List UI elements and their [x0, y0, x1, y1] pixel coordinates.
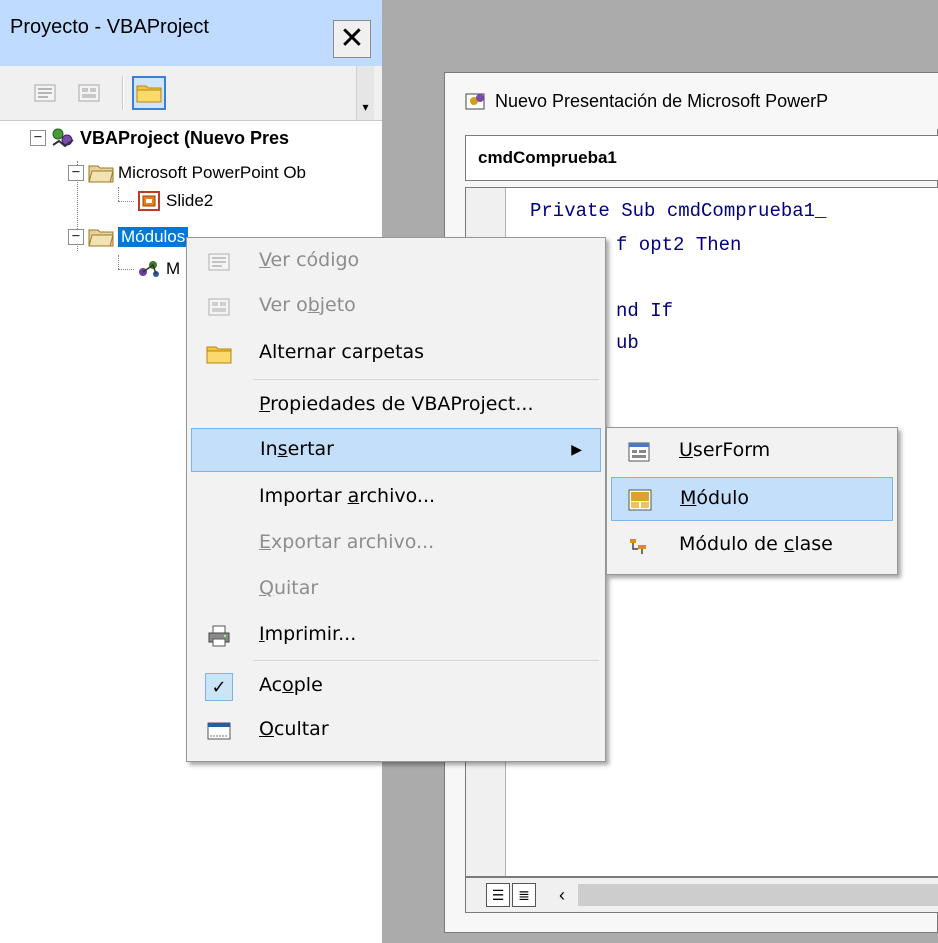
horizontal-scrollbar-thumb[interactable] — [578, 884, 938, 906]
collapse-icon[interactable]: − — [68, 165, 84, 181]
context-menu: Ver código Ver objeto Alternar carpetas … — [186, 237, 606, 762]
folder-open-icon — [88, 162, 114, 184]
code-line: nd If — [616, 300, 674, 322]
submenu-arrow-icon: ▶ — [571, 442, 582, 458]
toggle-folders-button[interactable] — [132, 76, 166, 110]
view-code-icon — [34, 84, 56, 102]
code-line: f opt2 Then — [616, 234, 742, 256]
view-object-button[interactable] — [72, 76, 106, 110]
userform-icon — [625, 438, 653, 466]
chevron-left-icon: ‹ — [559, 884, 565, 905]
tree-item-module[interactable]: M — [136, 255, 180, 283]
tree-item-label: Slide2 — [166, 191, 214, 210]
menu-item-ver-codigo[interactable]: Ver código — [191, 240, 601, 284]
code-window-title: Nuevo Presentación de Microsoft PowerP — [495, 90, 829, 111]
insertar-submenu: UserForm Módulo Módulo de clase — [606, 427, 898, 575]
view-code-button[interactable] — [28, 76, 62, 110]
tree-item-slide2[interactable]: Slide2 — [136, 187, 213, 215]
toolbar-separator — [122, 76, 124, 110]
chevron-down-icon: ▾ — [362, 100, 369, 114]
collapse-icon[interactable]: − — [68, 229, 84, 245]
tree-connector — [118, 187, 119, 201]
tree-item-powerpoint-objects[interactable]: − Microsoft PowerPoint Ob — [68, 159, 306, 187]
tree-item-label: M — [166, 259, 181, 278]
full-module-view-icon: ≣ — [518, 886, 530, 903]
tree-item-modulos[interactable]: − Módulos — [68, 223, 189, 251]
project-explorer-title: Proyecto - VBAProject — [10, 16, 209, 38]
toolbar-overflow-button[interactable]: ▾ — [356, 66, 374, 120]
vbaproject-icon — [50, 127, 76, 149]
menu-separator — [253, 660, 599, 661]
menu-item-exportar-archivo[interactable]: Exportar archivo... — [191, 522, 601, 566]
submenu-item-modulo-de-clase[interactable]: Módulo de clase — [611, 524, 893, 568]
view-code-icon — [205, 248, 233, 276]
menu-item-insertar[interactable]: Insertar ▶ — [191, 428, 601, 472]
printer-icon — [205, 622, 233, 650]
menu-item-ocultar[interactable]: Ocultar — [191, 709, 601, 753]
code-window-icon — [465, 91, 487, 111]
menu-item-imprimir[interactable]: Imprimir... — [191, 614, 601, 658]
tree-connector — [118, 255, 119, 269]
procedure-view-icon: ☰ — [491, 886, 505, 903]
full-module-view-button[interactable]: ≣ — [512, 883, 536, 907]
code-line: Private Sub cmdComprueba1_ — [530, 200, 827, 222]
scroll-left-button[interactable]: ‹ — [550, 883, 574, 907]
tree-item-label: VBAProject (Nuevo Pres — [80, 127, 290, 148]
folder-icon — [205, 340, 233, 368]
module-icon — [626, 486, 654, 514]
project-explorer-toolbar — [0, 66, 382, 120]
menu-item-importar-archivo[interactable]: Importar archivo... — [191, 476, 601, 520]
view-object-icon — [205, 293, 233, 321]
submenu-item-userform[interactable]: UserForm — [611, 430, 893, 474]
tree-connector — [118, 201, 134, 202]
tree-item-vbaproject[interactable]: − VBAProject (Nuevo Pres — [30, 124, 289, 152]
close-icon: ✕ — [339, 21, 365, 56]
procedure-view-button[interactable]: ☰ — [486, 883, 510, 907]
code-line: ub — [616, 332, 639, 354]
project-explorer-titlebar[interactable]: Proyecto - VBAProject ✕ — [0, 0, 382, 66]
module-icon — [136, 258, 162, 280]
menu-item-alternar-carpetas[interactable]: Alternar carpetas — [191, 332, 601, 376]
collapse-icon[interactable]: − — [30, 130, 46, 146]
code-window-footer: ☰ ≣ ‹ — [465, 877, 938, 913]
tree-connector — [118, 269, 134, 270]
menu-separator — [253, 379, 599, 380]
class-module-icon — [625, 532, 653, 560]
slide-icon — [136, 190, 162, 212]
submenu-item-modulo[interactable]: Módulo — [611, 477, 893, 521]
tree-item-label: Microsoft PowerPoint Ob — [118, 163, 307, 182]
menu-item-acople[interactable]: ✓ Acople — [191, 665, 601, 709]
view-object-icon — [78, 84, 100, 102]
tree-item-label: Módulos — [118, 227, 189, 247]
menu-item-ver-objeto[interactable]: Ver objeto — [191, 285, 601, 329]
checkmark-icon: ✓ — [205, 673, 233, 701]
folder-icon — [136, 85, 162, 103]
object-combobox[interactable]: cmdComprueba1 — [465, 135, 938, 181]
menu-item-propiedades[interactable]: Propiedades de VBAProject... — [191, 384, 601, 428]
code-window-titlebar[interactable]: Nuevo Presentación de Microsoft PowerP — [445, 73, 938, 129]
menu-item-quitar[interactable]: Quitar — [191, 568, 601, 612]
hide-window-icon — [205, 717, 233, 745]
folder-open-icon — [88, 226, 114, 248]
close-button[interactable]: ✕ — [333, 20, 371, 58]
object-combobox-value: cmdComprueba1 — [478, 148, 617, 167]
